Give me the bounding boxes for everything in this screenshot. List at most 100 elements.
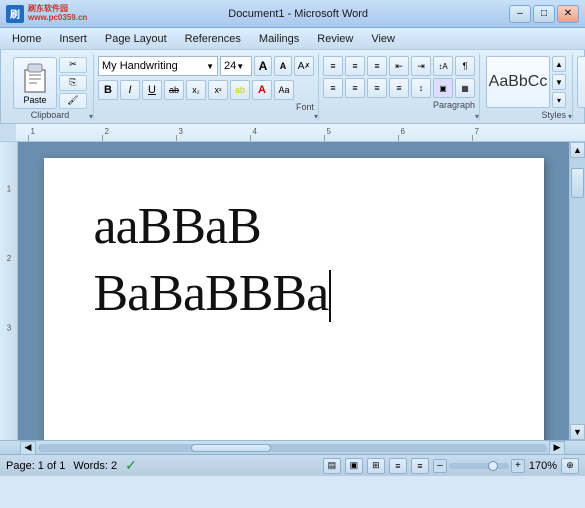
- fit-page-button[interactable]: ⊕: [561, 458, 579, 474]
- menu-review[interactable]: Review: [309, 31, 361, 47]
- increase-indent-button[interactable]: ⇥: [411, 56, 431, 76]
- font-name-select[interactable]: My Handwriting ▼: [98, 56, 218, 76]
- font-row2: B I U ab x₂ x² ab A Aa: [98, 80, 314, 100]
- ribbon: Paste ✂ ⎘ 🖌 Clipboard ▾ My Handwriting ▼: [0, 50, 585, 124]
- svg-text:1: 1: [31, 127, 36, 136]
- para-expand[interactable]: ▾: [475, 112, 479, 121]
- format-painter-button[interactable]: 🖌: [59, 93, 87, 109]
- title-bar-left: 刷 刷东软件园www.pc0359.cn: [6, 5, 87, 23]
- justify-button[interactable]: ≡: [389, 78, 409, 98]
- zoom-plus-button[interactable]: +: [511, 459, 525, 473]
- menu-view[interactable]: View: [363, 31, 403, 47]
- clipboard-small-btns: ✂ ⎘ 🖌: [59, 57, 87, 109]
- zoom-minus-button[interactable]: –: [433, 459, 447, 473]
- doc-text-line1-span: aaBBaB: [94, 198, 261, 255]
- doc-line-2: BaBaBBBa: [94, 265, 494, 322]
- view-draft-button[interactable]: ≡: [411, 458, 429, 474]
- font-size-arrow: ▼: [236, 62, 244, 71]
- font-name-value: My Handwriting: [102, 60, 178, 72]
- bold-button[interactable]: B: [98, 80, 118, 100]
- menu-page-layout[interactable]: Page Layout: [97, 31, 175, 47]
- italic-button[interactable]: I: [120, 80, 140, 100]
- styles-content: AaBbCc ▲ ▼ ▾: [486, 56, 566, 108]
- scroll-up-button[interactable]: ▲: [570, 142, 585, 158]
- clipboard-label: Clipboard: [31, 110, 70, 121]
- view-outline-button[interactable]: ≡: [389, 458, 407, 474]
- menu-mailings[interactable]: Mailings: [251, 31, 307, 47]
- menu-insert[interactable]: Insert: [51, 31, 95, 47]
- scroll-thumb[interactable]: [571, 168, 584, 198]
- show-marks-button[interactable]: ¶: [455, 56, 475, 76]
- underline-button[interactable]: U: [142, 80, 162, 100]
- align-right-button[interactable]: ≡: [367, 78, 387, 98]
- svg-text:6: 6: [401, 127, 406, 136]
- copy-button[interactable]: ⎘: [59, 75, 87, 91]
- zoom-track[interactable]: [449, 463, 509, 469]
- styles-preview-text: AaBbCc: [489, 73, 548, 91]
- styles-more[interactable]: ▾: [552, 92, 566, 108]
- font-size-select[interactable]: 24 ▼: [220, 56, 252, 76]
- svg-text:7: 7: [475, 127, 480, 136]
- shrink-font-button[interactable]: A: [274, 56, 292, 76]
- styles-scroll-up[interactable]: ▲: [552, 56, 566, 72]
- hscroll-right-button[interactable]: ▶: [549, 441, 565, 455]
- line-spacing-button[interactable]: ↕: [411, 78, 431, 98]
- styles-expand[interactable]: ▾: [568, 112, 572, 121]
- clipboard-expand[interactable]: ▾: [89, 112, 93, 121]
- spelling-check-icon[interactable]: ✓: [125, 457, 137, 474]
- strikethrough-button[interactable]: ab: [164, 80, 184, 100]
- view-web-button[interactable]: ⊞: [367, 458, 385, 474]
- svg-text:3: 3: [7, 324, 12, 333]
- paragraph-group: ≡ ≡ ≡ ⇤ ⇥ ↕A ¶ ≡ ≡ ≡ ≡ ↕ ▣ ▦ P: [319, 54, 480, 121]
- font-content: My Handwriting ▼ 24 ▼ A A A✗ B I U ab: [98, 56, 314, 100]
- para-row1: ≡ ≡ ≡ ⇤ ⇥ ↕A ¶: [323, 56, 475, 76]
- highlight-button[interactable]: ab: [230, 80, 250, 100]
- multilevel-list-button[interactable]: ≡: [367, 56, 387, 76]
- superscript-button[interactable]: x²: [208, 80, 228, 100]
- window-controls: – □ ✕: [509, 5, 579, 23]
- align-center-button[interactable]: ≡: [345, 78, 365, 98]
- decrease-indent-button[interactable]: ⇤: [389, 56, 409, 76]
- ruler-svg: 1 2 3 4 5 6 7: [16, 124, 561, 141]
- bullets-button[interactable]: ≡: [323, 56, 343, 76]
- scroll-down-button[interactable]: ▼: [570, 424, 585, 440]
- minimize-button[interactable]: –: [509, 5, 531, 23]
- align-left-button[interactable]: ≡: [323, 78, 343, 98]
- para-row2: ≡ ≡ ≡ ≡ ↕ ▣ ▦: [323, 78, 475, 98]
- font-color-button[interactable]: A: [252, 80, 272, 100]
- cut-button[interactable]: ✂: [59, 57, 87, 73]
- vertical-ruler: 1 2 3: [0, 142, 18, 440]
- zoom-thumb[interactable]: [488, 461, 498, 471]
- clipboard-content: Paste ✂ ⎘ 🖌: [13, 56, 87, 109]
- view-normal-button[interactable]: ▤: [323, 458, 341, 474]
- hscroll-thumb[interactable]: [191, 444, 271, 452]
- maximize-button[interactable]: □: [533, 5, 555, 23]
- close-button[interactable]: ✕: [557, 5, 579, 23]
- editing-button[interactable]: ✏ Editing ▼: [577, 56, 585, 108]
- grow-font-button[interactable]: A: [254, 56, 272, 76]
- vertical-scrollbar: ▲ ▼: [569, 142, 585, 440]
- window-title: Document1 - Microsoft Word: [87, 8, 509, 20]
- borders-button[interactable]: ▦: [455, 78, 475, 98]
- hscroll-track[interactable]: [38, 444, 547, 452]
- paste-button[interactable]: Paste: [13, 57, 57, 109]
- doc-scroll-area[interactable]: aaBBaB BaBaBBBa: [18, 142, 569, 440]
- menu-references[interactable]: References: [177, 31, 249, 47]
- styles-gallery[interactable]: AaBbCc: [486, 56, 550, 108]
- view-full-button[interactable]: ▣: [345, 458, 363, 474]
- menu-home[interactable]: Home: [4, 31, 49, 47]
- change-case-button[interactable]: Aa: [274, 80, 294, 100]
- scroll-track[interactable]: [570, 158, 585, 424]
- font-expand[interactable]: ▾: [314, 112, 318, 121]
- hscroll-left-button[interactable]: ◀: [20, 441, 36, 455]
- font-size-value: 24: [224, 60, 236, 72]
- ruler-marks: 1 2 3 4 5 6 7: [16, 124, 561, 141]
- document-page: aaBBaB BaBaBBBa: [44, 158, 544, 440]
- sort-button[interactable]: ↕A: [433, 56, 453, 76]
- doc-text-line2-span: BaBaBBBa: [94, 265, 329, 322]
- subscript-button[interactable]: x₂: [186, 80, 206, 100]
- styles-scroll-down[interactable]: ▼: [552, 74, 566, 90]
- clear-format-button[interactable]: A✗: [294, 56, 314, 76]
- shading-button[interactable]: ▣: [433, 78, 453, 98]
- numbering-button[interactable]: ≡: [345, 56, 365, 76]
